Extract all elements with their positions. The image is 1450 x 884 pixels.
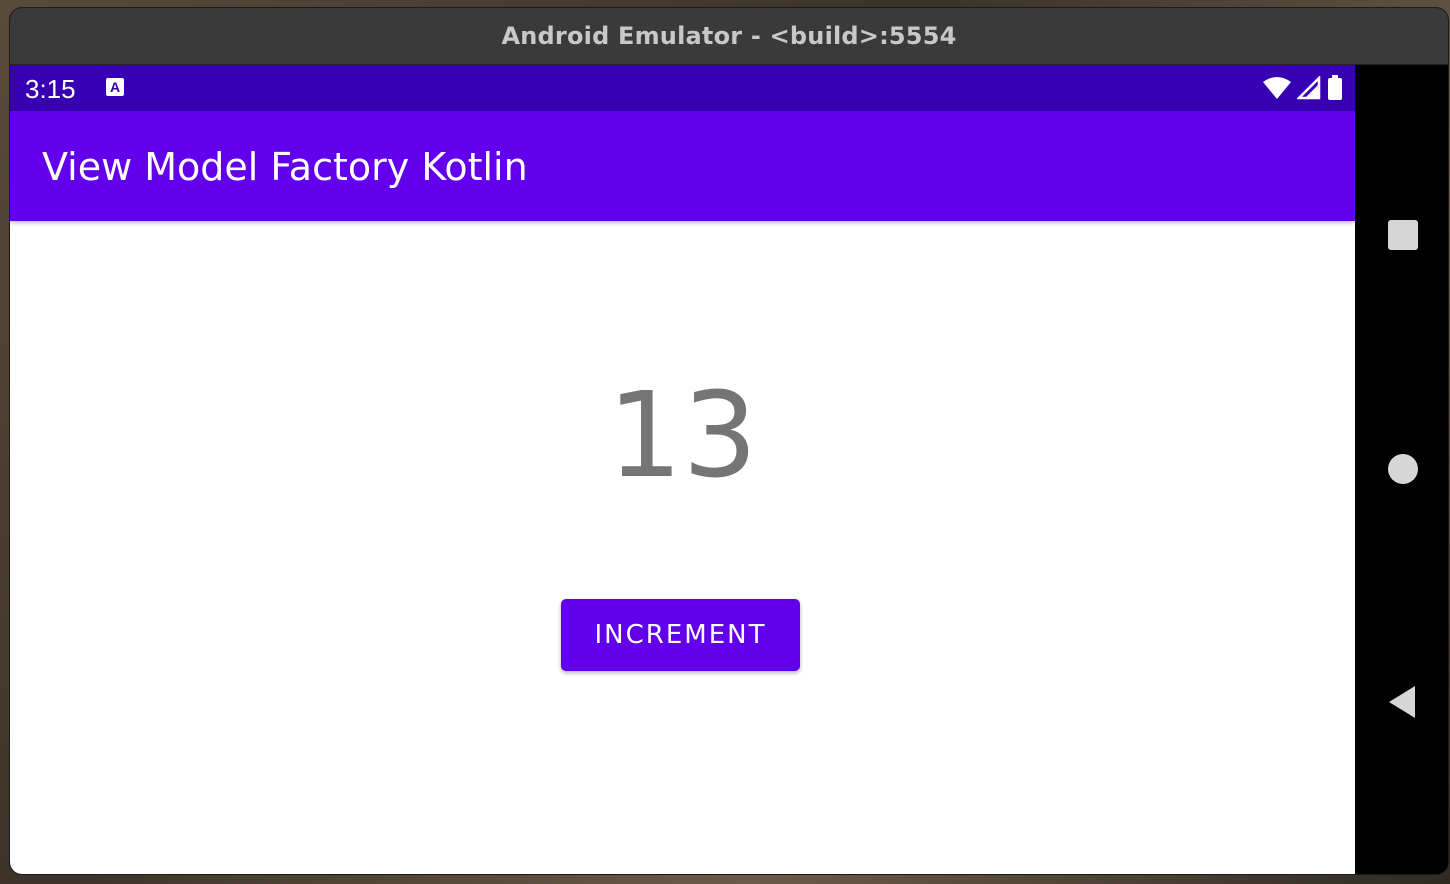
emulator-window: Android Emulator - <build>:5554 3:15 A V…	[10, 8, 1448, 874]
increment-button[interactable]: INCREMENT	[561, 599, 800, 671]
navigation-bar	[1355, 65, 1448, 874]
app-title: View Model Factory Kotlin	[42, 145, 528, 189]
window-title: Android Emulator - <build>:5554	[501, 22, 957, 50]
counter-value: 13	[607, 366, 758, 504]
battery-icon	[1328, 75, 1342, 100]
cellular-signal-icon	[1297, 76, 1321, 100]
notification-a-icon: A	[106, 78, 124, 96]
status-bar: 3:15 A	[10, 65, 1355, 111]
status-icons	[1263, 75, 1343, 101]
recents-icon[interactable]	[1388, 220, 1418, 250]
back-icon[interactable]	[1387, 685, 1417, 719]
window-titlebar[interactable]: Android Emulator - <build>:5554	[10, 8, 1448, 65]
wifi-icon	[1263, 77, 1291, 99]
home-icon[interactable]	[1388, 454, 1418, 484]
app-bar: View Model Factory Kotlin	[10, 111, 1355, 221]
device-screen: 3:15 A View Model Factory Kotlin 13 INCR…	[10, 65, 1355, 874]
status-time: 3:15	[25, 74, 76, 104]
